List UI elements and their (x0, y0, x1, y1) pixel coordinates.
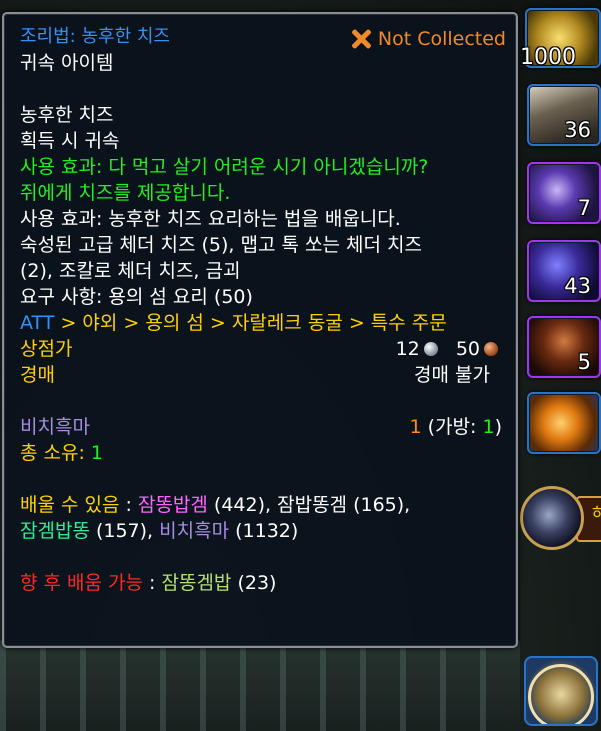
item-tooltip: Not Collected 조리법: 농후한 치즈 귀속 아이템 농후한 치즈 … (2, 12, 518, 648)
character-count-row: 비치흑마 1 (가방: 1) (20, 414, 516, 440)
item-name: 농후한 치즈 (20, 104, 114, 126)
learnable-row-1: 배울 수 있음 : 잠똥밥겜 (442), 잠밥똥겜 (165), (20, 494, 411, 516)
source-path: ATT > 야외 > 용의 섬 > 자랄레크 동굴 > 특수 주문 (20, 312, 447, 334)
copper-amount: 50 (455, 338, 480, 360)
requirement: 요구 사항: 용의 섬 요리 (50) (20, 286, 253, 308)
portrait-widget[interactable]: 하 (516, 484, 601, 554)
binding-top: 귀속 아이템 (20, 52, 114, 74)
vendor-price-label: 상점가 (20, 338, 73, 360)
learnable-char: 잠겜밥똥 (20, 520, 90, 542)
bag-slot-potion-bottle[interactable]: 36 (527, 84, 601, 146)
character-name: 비치흑마 (20, 416, 90, 438)
bag-slot-orange-crystal[interactable] (527, 392, 601, 454)
bag-slot-count: 5 (577, 350, 591, 374)
learnable-row-2: 잠겜밥똥 (157), 비치흑마 (1132) (20, 520, 299, 542)
bag-slot-count: 1000 (520, 45, 576, 70)
path-item: 특수 주문 (370, 312, 447, 334)
path-item: 용의 섬 (145, 312, 204, 334)
use-effect-flavor-1: 사용 효과: 다 먹고 살기 어려운 시기 아니겠습니까? (20, 156, 429, 178)
bag-slot-shadow-figure[interactable]: 5 (527, 316, 601, 378)
path-item: 야외 (82, 312, 118, 334)
future-learnable-row: 향 후 배움 가능 : 잠똥겜밥 (23) (20, 572, 277, 594)
future-char: 잠똥겜밥 (161, 572, 232, 594)
scroll-icon (528, 664, 594, 724)
learnable-char: 잠똥밥겜 (137, 494, 208, 516)
character-count: 1 (409, 416, 422, 438)
reagents-line-2: (2), 조칼로 체더 치즈, 금괴 (20, 260, 241, 282)
vendor-price-row: 상점가 12 50 (20, 336, 516, 362)
learnable-char: 비치흑마 (159, 520, 230, 542)
bag-slot-count: 7 (577, 196, 591, 220)
bag-slot-arcane-dust[interactable]: 43 (527, 240, 601, 302)
background-floor (0, 640, 520, 731)
bag-count: 1 (482, 416, 495, 438)
tooltip-header: 조리법: 농후한 치즈 (20, 26, 170, 47)
silver-coin-icon (423, 342, 438, 356)
widget-label: 하 (592, 504, 601, 523)
total-value: 1 (90, 442, 104, 464)
learnable-char: 잠밥똥겜 (165), (277, 494, 411, 516)
bind-on-pickup: 획득 시 귀속 (20, 130, 120, 152)
use-effect-flavor-2: 쥐에게 치즈를 제공합니다. (20, 182, 231, 204)
bag-slot-purple-gem[interactable]: 7 (527, 162, 601, 224)
silver-amount: 12 (395, 338, 420, 360)
path-prefix: ATT (20, 312, 55, 334)
auction-value: 경매 불가 (414, 364, 490, 386)
vendor-price-value: 12 50 (396, 336, 502, 362)
reagents-line-1: 숙성된 고급 체더 치즈 (5), 맵고 톡 쏘는 체더 치즈 (20, 234, 422, 256)
bag-slot-count: 43 (564, 274, 591, 298)
learnable-label: 배울 수 있음 (20, 494, 120, 516)
portrait-orb (520, 486, 584, 550)
total-row: 총 소유: 1 (20, 440, 516, 466)
copper-coin-icon (484, 342, 498, 356)
auction-label: 경매 (20, 364, 55, 386)
use-effect-learn: 사용 효과: 농후한 치즈 요리하는 법을 배웁니다. (20, 208, 401, 230)
path-item: 자랄레크 동굴 (231, 312, 343, 334)
total-label: 총 소유: (20, 442, 91, 464)
future-label: 향 후 배움 가능 (20, 572, 143, 594)
character-count-value: 1 (가방: 1) (409, 416, 502, 438)
bag-slot-count: 36 (564, 118, 591, 142)
map-scroll-button[interactable] (524, 656, 598, 726)
auction-row: 경매 경매 불가 (20, 362, 516, 388)
